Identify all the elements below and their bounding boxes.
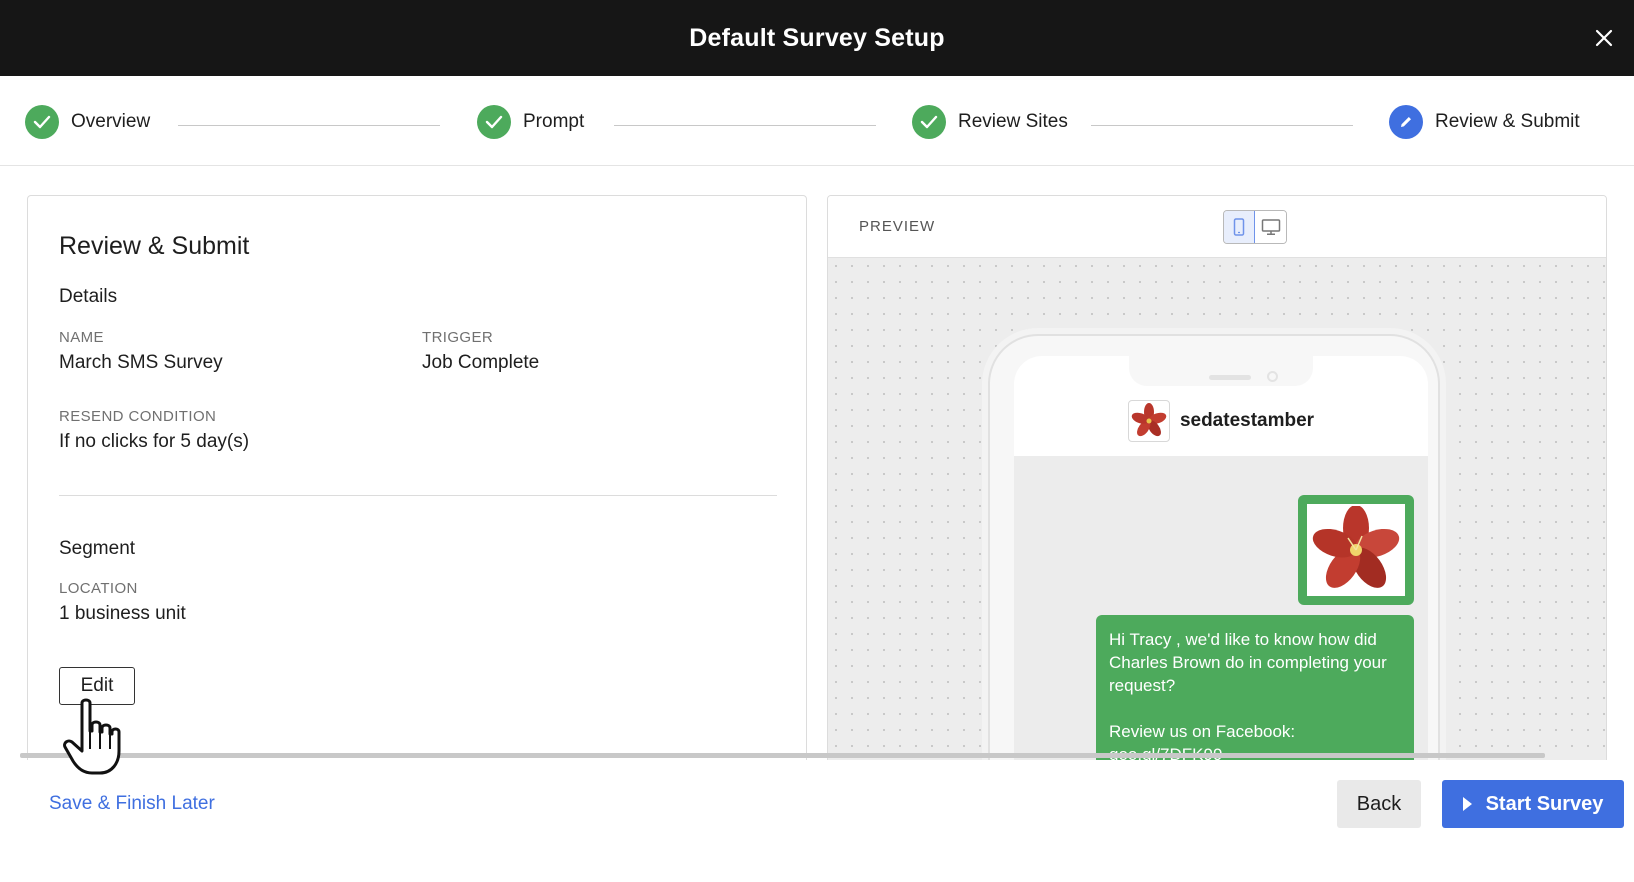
details-heading: Details bbox=[59, 286, 118, 307]
phone-notch bbox=[1129, 356, 1313, 386]
phone-frame: sedatestamber Hi Tracy , we'd like to kn… bbox=[988, 334, 1440, 794]
resend-label: RESEND CONDITION bbox=[59, 408, 217, 425]
modal-title: Default Survey Setup bbox=[689, 24, 945, 52]
mobile-view-button[interactable] bbox=[1224, 211, 1255, 243]
segment-heading: Segment bbox=[59, 538, 136, 559]
image-message-bubble bbox=[1298, 495, 1414, 605]
modal-header: Default Survey Setup bbox=[0, 0, 1634, 76]
device-toggle bbox=[1223, 210, 1287, 244]
name-label: NAME bbox=[59, 329, 104, 346]
panel-title: Review & Submit bbox=[59, 232, 250, 260]
start-survey-button[interactable]: Start Survey bbox=[1442, 780, 1624, 828]
step-connector bbox=[614, 125, 876, 126]
step-review-submit[interactable]: Review & Submit bbox=[1389, 105, 1580, 139]
sender-avatar bbox=[1127, 400, 1170, 442]
step-complete-indicator bbox=[912, 105, 946, 139]
resend-value: If no clicks for 5 day(s) bbox=[59, 431, 250, 452]
step-overview[interactable]: Overview bbox=[25, 105, 150, 139]
close-icon bbox=[1595, 29, 1613, 47]
save-finish-later-link[interactable]: Save & Finish Later bbox=[49, 793, 215, 815]
sender-header: sedatestamber bbox=[1014, 386, 1428, 456]
step-complete-indicator bbox=[25, 105, 59, 139]
message-image bbox=[1307, 504, 1405, 596]
phone-screen: sedatestamber Hi Tracy , we'd like to kn… bbox=[1014, 356, 1428, 794]
check-icon bbox=[33, 115, 51, 129]
check-icon bbox=[485, 115, 503, 129]
phone-camera bbox=[1267, 371, 1278, 382]
step-review-sites[interactable]: Review Sites bbox=[912, 105, 1068, 139]
step-connector bbox=[178, 125, 440, 126]
footer-bar: Save & Finish Later Back Start Survey bbox=[0, 760, 1634, 882]
flower-image-icon bbox=[1312, 506, 1400, 588]
close-button[interactable] bbox=[1590, 24, 1618, 52]
progress-stepper: Overview Prompt Review Sites Review & Su… bbox=[0, 76, 1634, 166]
step-label: Overview bbox=[71, 111, 151, 132]
back-button[interactable]: Back bbox=[1337, 780, 1421, 828]
flower-logo-icon bbox=[1131, 403, 1167, 437]
step-connector bbox=[1091, 125, 1353, 126]
step-label: Prompt bbox=[523, 111, 585, 132]
mobile-icon bbox=[1233, 218, 1245, 236]
phone-speaker bbox=[1209, 375, 1251, 380]
review-panel: Review & Submit Details NAME March SMS S… bbox=[27, 195, 807, 795]
trigger-label: TRIGGER bbox=[422, 329, 494, 346]
horizontal-scrollbar[interactable] bbox=[20, 753, 1545, 758]
sender-name: sedatestamber bbox=[1179, 410, 1315, 431]
step-label: Review Sites bbox=[958, 111, 1068, 132]
step-label: Review & Submit bbox=[1435, 111, 1580, 132]
location-label: LOCATION bbox=[59, 580, 138, 597]
pencil-icon bbox=[1401, 117, 1411, 127]
step-prompt[interactable]: Prompt bbox=[477, 105, 584, 139]
step-active-indicator bbox=[1389, 105, 1423, 139]
check-icon bbox=[920, 115, 938, 129]
hand-pointer-icon bbox=[63, 698, 121, 775]
location-value: 1 business unit bbox=[59, 603, 186, 624]
desktop-view-button[interactable] bbox=[1255, 211, 1286, 243]
start-survey-label: Start Survey bbox=[1485, 792, 1604, 815]
name-value: March SMS Survey bbox=[59, 352, 223, 373]
message-line: Hi Tracy , we'd like to know how did Cha… bbox=[1109, 630, 1387, 695]
section-divider bbox=[59, 495, 777, 496]
play-icon bbox=[1462, 797, 1472, 811]
preview-canvas: sedatestamber Hi Tracy , we'd like to kn… bbox=[828, 258, 1606, 794]
preview-header: PREVIEW bbox=[828, 196, 1606, 258]
preview-label: PREVIEW bbox=[859, 218, 936, 235]
step-complete-indicator bbox=[477, 105, 511, 139]
preview-panel: PREVIEW sedatestamber Hi Tracy , we'd li… bbox=[827, 195, 1607, 795]
trigger-value: Job Complete bbox=[422, 352, 540, 373]
desktop-icon bbox=[1261, 219, 1280, 236]
chat-thread: Hi Tracy , we'd like to know how did Cha… bbox=[1014, 456, 1428, 794]
